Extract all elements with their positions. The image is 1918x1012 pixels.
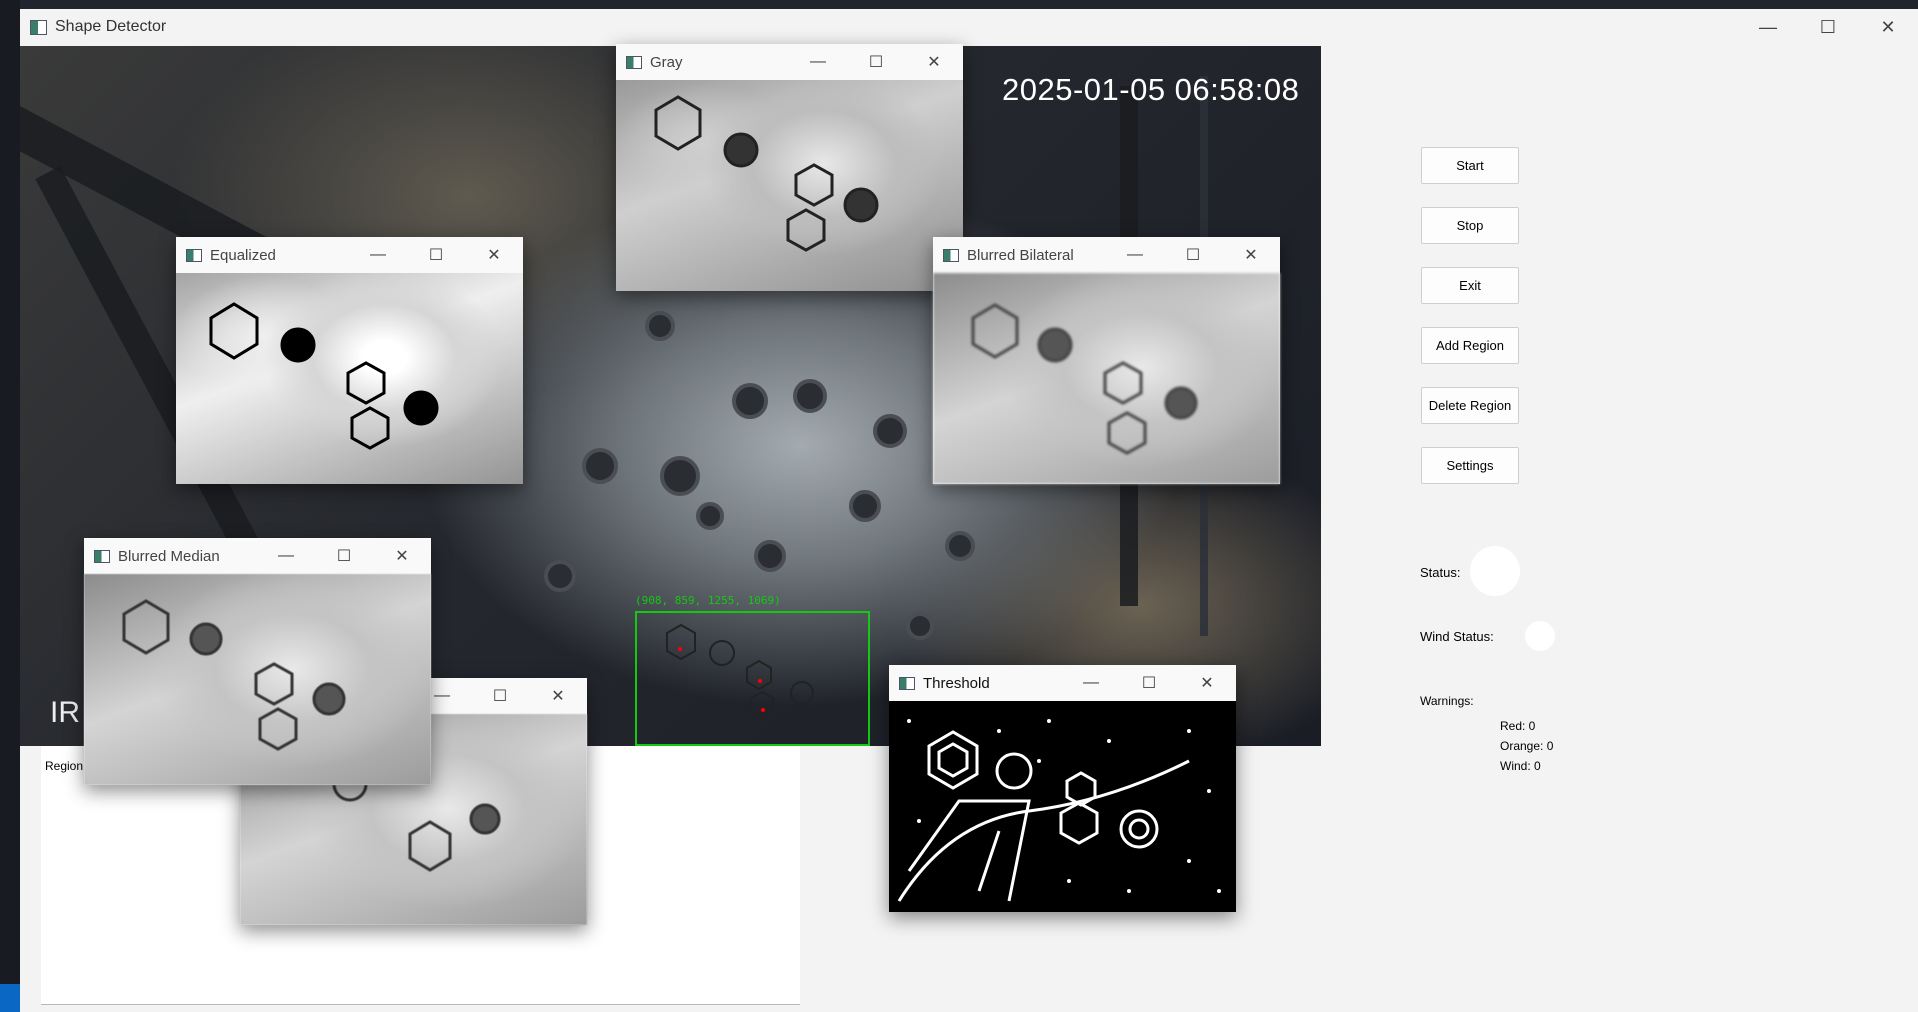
exit-button[interactable]: Exit bbox=[1421, 267, 1519, 304]
settings-button[interactable]: Settings bbox=[1421, 447, 1519, 484]
delete-region-button[interactable]: Delete Region bbox=[1421, 387, 1519, 424]
opencv-window-icon bbox=[899, 676, 915, 690]
maximize-icon[interactable]: ☐ bbox=[1798, 9, 1858, 45]
cv-image bbox=[616, 80, 963, 291]
wind-status-label: Wind Status: bbox=[1420, 629, 1494, 644]
detection-point bbox=[758, 679, 762, 683]
region-label: Region bbox=[45, 759, 84, 773]
orange-warning-count: Orange: 0 bbox=[1500, 739, 1554, 753]
wind-warning-count: Wind: 0 bbox=[1500, 759, 1541, 773]
cv-image bbox=[84, 574, 431, 785]
close-icon[interactable]: ✕ bbox=[1222, 237, 1280, 273]
cv-window-title: Equalized bbox=[210, 246, 276, 264]
opencv-window-icon bbox=[626, 55, 642, 69]
maximize-icon[interactable]: ☐ bbox=[315, 538, 373, 574]
cv-titlebar[interactable]: Equalized — ☐ ✕ bbox=[176, 237, 523, 273]
cv-titlebar[interactable]: Gray — ☐ ✕ bbox=[616, 44, 963, 80]
cv-window-threshold[interactable]: Threshold — ☐ ✕ bbox=[889, 665, 1236, 912]
cv-image-shapes bbox=[971, 303, 1198, 455]
status-indicator bbox=[1470, 546, 1520, 596]
close-icon[interactable]: ✕ bbox=[905, 44, 963, 80]
close-icon[interactable]: ✕ bbox=[1858, 9, 1918, 45]
maximize-icon[interactable]: ☐ bbox=[471, 678, 529, 714]
cv-image-shapes bbox=[122, 599, 346, 751]
stop-button[interactable]: Stop bbox=[1421, 207, 1519, 244]
close-icon[interactable]: ✕ bbox=[529, 678, 587, 714]
maximize-icon[interactable]: ☐ bbox=[847, 44, 905, 80]
minimize-icon[interactable]: — bbox=[349, 237, 407, 273]
maximize-icon[interactable]: ☐ bbox=[407, 237, 465, 273]
cv-window-title: Gray bbox=[650, 53, 683, 71]
cv-image-shapes bbox=[654, 95, 879, 252]
window-title: Shape Detector bbox=[55, 18, 167, 35]
cv-window-equalized[interactable]: Equalized — ☐ ✕ bbox=[176, 237, 523, 484]
cv-titlebar[interactable]: Blurred Bilateral — ☐ ✕ bbox=[933, 237, 1280, 273]
opencv-window-icon bbox=[94, 549, 110, 563]
opencv-window-icon bbox=[943, 248, 959, 262]
cv-titlebar[interactable]: Threshold — ☐ ✕ bbox=[889, 665, 1236, 701]
close-icon[interactable]: ✕ bbox=[465, 237, 523, 273]
status-label: Status: bbox=[1420, 565, 1461, 580]
minimize-icon[interactable]: — bbox=[1062, 665, 1120, 701]
cv-window-gray[interactable]: Gray — ☐ ✕ bbox=[616, 44, 963, 291]
warnings-label: Warnings: bbox=[1420, 694, 1474, 708]
app-icon bbox=[30, 19, 47, 35]
minimize-icon[interactable]: — bbox=[1738, 9, 1798, 45]
cv-image bbox=[176, 273, 523, 484]
cv-image-shapes bbox=[209, 302, 439, 450]
detection-point bbox=[678, 647, 682, 651]
cv-window-title: Threshold bbox=[923, 674, 990, 692]
cv-image-shapes bbox=[897, 719, 1221, 902]
feed-timestamp: 2025-01-05 06:58:08 bbox=[1002, 72, 1300, 107]
detection-point bbox=[761, 708, 765, 712]
red-warning-count: Red: 0 bbox=[1500, 719, 1536, 733]
roi-shapes bbox=[666, 623, 814, 718]
cv-window-blurred-bilateral[interactable]: Blurred Bilateral — ☐ ✕ bbox=[933, 237, 1280, 484]
cv-window-blurred-median[interactable]: Blurred Median — ☐ ✕ bbox=[84, 538, 431, 785]
status-bar-corner bbox=[0, 984, 20, 1012]
maximize-icon[interactable]: ☐ bbox=[1120, 665, 1178, 701]
cv-window-title: Blurred Bilateral bbox=[967, 246, 1074, 264]
start-button[interactable]: Start bbox=[1421, 147, 1519, 184]
cv-window-title: Blurred Median bbox=[118, 547, 220, 565]
region-of-interest-box[interactable] bbox=[635, 611, 870, 746]
minimize-icon[interactable]: — bbox=[257, 538, 315, 574]
cv-image bbox=[933, 273, 1280, 484]
close-icon[interactable]: ✕ bbox=[1178, 665, 1236, 701]
editor-sidebar-strip bbox=[0, 0, 20, 1012]
minimize-icon[interactable]: — bbox=[789, 44, 847, 80]
close-icon[interactable]: ✕ bbox=[373, 538, 431, 574]
cv-titlebar[interactable]: Blurred Median — ☐ ✕ bbox=[84, 538, 431, 574]
maximize-icon[interactable]: ☐ bbox=[1164, 237, 1222, 273]
add-region-button[interactable]: Add Region bbox=[1421, 327, 1519, 364]
cv-image bbox=[889, 701, 1236, 912]
opencv-window-icon bbox=[186, 248, 202, 262]
main-titlebar[interactable]: Shape Detector — ☐ ✕ bbox=[20, 9, 1918, 45]
wind-status-indicator bbox=[1525, 621, 1555, 651]
desktop-background bbox=[0, 0, 1918, 9]
minimize-icon[interactable]: — bbox=[1106, 237, 1164, 273]
feed-overlay-text: IR bbox=[50, 696, 80, 729]
roi-coordinates-label: (908, 859, 1255, 1069) bbox=[635, 594, 781, 607]
